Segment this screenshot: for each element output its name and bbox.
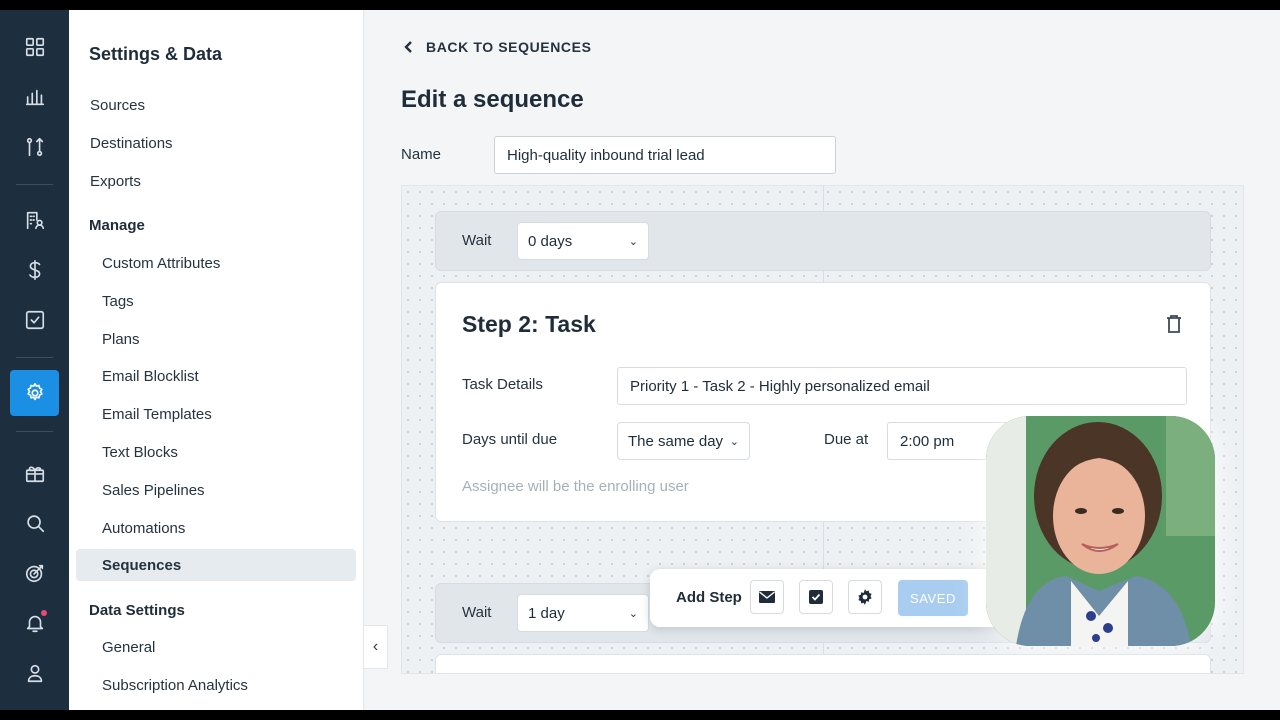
days-until-due-select[interactable]: The same day ⌄ <box>617 422 750 460</box>
step-title: Step 2: Task <box>462 311 596 337</box>
back-link-label: BACK TO SEQUENCES <box>426 39 592 55</box>
sidebar-item-email-templates[interactable]: Email Templates <box>102 406 212 423</box>
wait-step-1: Wait 0 days ⌄ <box>435 211 1211 271</box>
chevron-left-icon <box>404 41 412 53</box>
sidebar-item-automations[interactable]: Automations <box>102 520 185 537</box>
sidebar-item-exports[interactable]: Exports <box>90 173 141 190</box>
sequence-name-input[interactable] <box>494 136 836 174</box>
back-to-sequences-link[interactable]: BACK TO SEQUENCES <box>402 39 592 55</box>
sidebar-item-sources[interactable]: Sources <box>90 97 145 114</box>
next-step-card <box>435 654 1211 673</box>
task-details-value: Priority 1 - Task 2 - Highly personalize… <box>630 377 930 395</box>
wait-label: Wait <box>462 604 492 621</box>
rail-divider <box>16 357 53 358</box>
wait-days-select-2[interactable]: 1 day ⌄ <box>517 594 649 632</box>
sidebar-item-sequences[interactable]: Sequences <box>102 557 181 574</box>
days-until-due-label: Days until due <box>462 431 558 448</box>
accounts-icon[interactable] <box>10 197 59 243</box>
target-icon[interactable] <box>10 550 59 596</box>
wait-days-value: 0 days <box>528 232 573 250</box>
add-step-toolbar: Add Step SAVED <box>650 569 1006 627</box>
settings-gear-icon[interactable] <box>10 370 59 416</box>
pipeline-icon[interactable] <box>10 124 59 170</box>
notifications-bell-icon[interactable] <box>10 600 59 646</box>
presenter-webcam-video <box>986 416 1215 646</box>
settings-sidebar: Settings & Data Sources Destinations Exp… <box>69 10 364 710</box>
envelope-icon <box>759 591 775 603</box>
assignee-note: Assignee will be the enrolling user <box>462 478 689 495</box>
checkbox-icon <box>809 590 823 604</box>
add-step-label: Add Step <box>676 589 742 606</box>
sidebar-item-general[interactable]: General <box>102 639 155 656</box>
days-until-due-value: The same day <box>628 432 724 450</box>
tasks-checkbox-icon[interactable] <box>10 297 59 343</box>
bar-chart-icon[interactable] <box>10 74 59 120</box>
gear-icon <box>858 589 872 605</box>
add-email-step-button[interactable] <box>750 580 784 614</box>
sidebar-item-plans[interactable]: Plans <box>102 331 140 348</box>
chevron-down-icon: ⌄ <box>729 435 739 448</box>
user-profile-icon[interactable] <box>10 650 59 696</box>
task-details-input[interactable]: Priority 1 - Task 2 - Highly personalize… <box>617 367 1187 405</box>
due-at-label: Due at <box>824 431 869 448</box>
sidebar-item-email-blocklist[interactable]: Email Blocklist <box>102 368 199 385</box>
sidebar-item-sales-pipelines[interactable]: Sales Pipelines <box>102 482 205 499</box>
saved-button[interactable]: SAVED <box>898 580 968 616</box>
dollar-icon[interactable] <box>10 247 59 293</box>
step-settings-button[interactable] <box>848 580 882 614</box>
sidebar-title: Settings & Data <box>89 44 223 64</box>
due-at-value: 2:00 pm <box>900 432 955 450</box>
sidebar-item-destinations[interactable]: Destinations <box>90 135 173 152</box>
chevron-down-icon: ⌄ <box>628 607 638 620</box>
app-window: Settings & Data Sources Destinations Exp… <box>0 10 1280 710</box>
sidebar-item-subscription-analytics[interactable]: Subscription Analytics <box>102 677 248 694</box>
sidebar-section-manage: Manage <box>89 217 145 234</box>
icon-rail <box>0 10 69 710</box>
sidebar-item-text-blocks[interactable]: Text Blocks <box>102 444 178 461</box>
grid-icon[interactable] <box>10 24 59 70</box>
add-task-step-button[interactable] <box>799 580 833 614</box>
task-details-label: Task Details <box>462 376 543 393</box>
wait-label: Wait <box>462 232 492 249</box>
presenter-image <box>986 416 1215 646</box>
sidebar-item-tags[interactable]: Tags <box>102 293 134 310</box>
rail-divider <box>16 184 53 185</box>
chevron-down-icon: ⌄ <box>628 235 638 248</box>
notification-dot <box>41 610 47 616</box>
rail-divider <box>16 431 53 432</box>
wait-days-select-1[interactable]: 0 days ⌄ <box>517 222 649 260</box>
sidebar-item-custom-attributes[interactable]: Custom Attributes <box>102 255 220 272</box>
delete-step-button[interactable] <box>1166 315 1182 333</box>
sidebar-section-data-settings: Data Settings <box>89 602 185 619</box>
search-icon[interactable] <box>10 500 59 546</box>
page-title: Edit a sequence <box>401 86 584 113</box>
wait-days-value: 1 day <box>528 604 565 622</box>
name-label: Name <box>401 146 442 163</box>
trash-icon <box>1167 315 1181 333</box>
gift-icon[interactable] <box>10 450 59 496</box>
